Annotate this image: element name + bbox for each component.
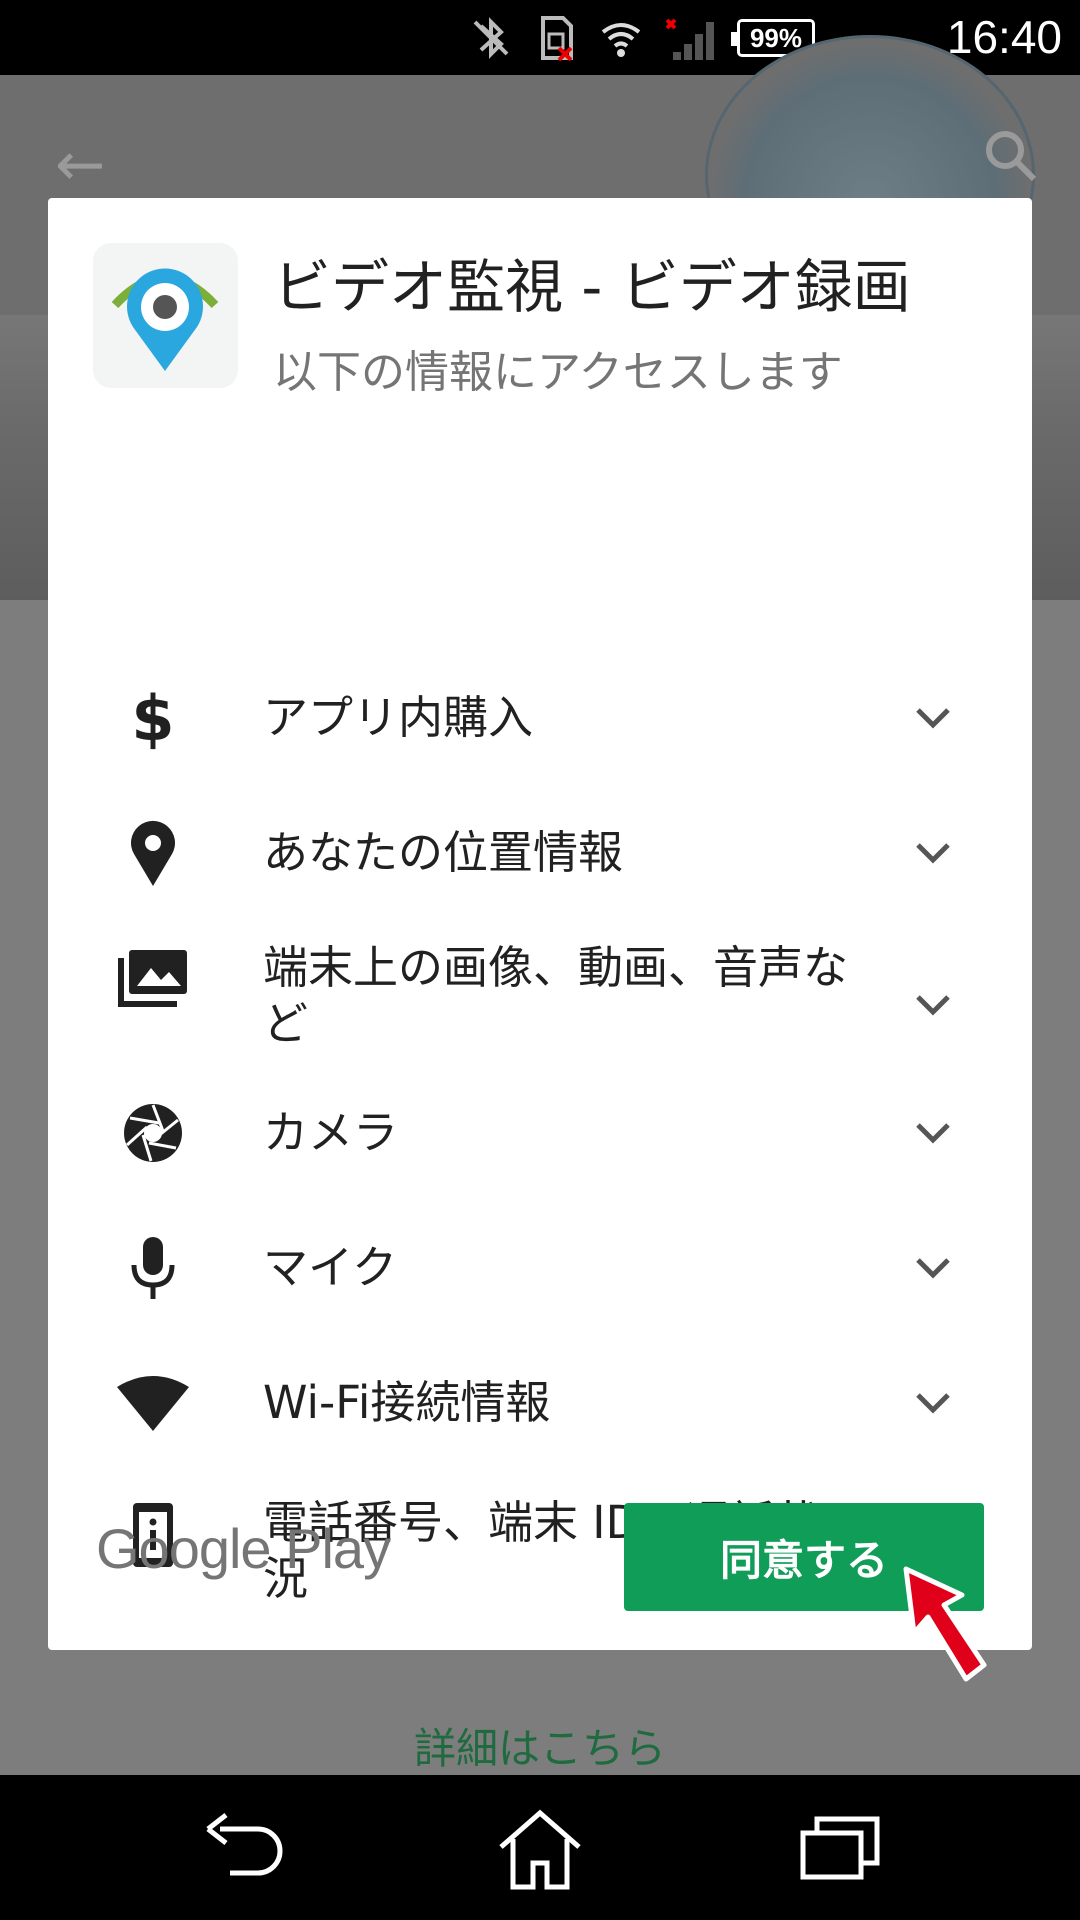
pointer-arrow-icon (903, 1566, 987, 1682)
wifi-icon (601, 23, 641, 57)
status-icons: 99% (467, 14, 815, 62)
permission-item-media[interactable]: 端末上の画像、動画、音声など (48, 938, 1032, 1068)
chevron-down-icon[interactable] (908, 1108, 958, 1158)
home-icon[interactable] (495, 1805, 585, 1895)
details-link[interactable]: 詳細はこちら (0, 1715, 1080, 1776)
photo-library-icon (113, 938, 193, 1018)
location-pin-icon (113, 813, 193, 893)
microphone-icon (113, 1228, 193, 1308)
back-icon[interactable] (200, 1805, 290, 1895)
permission-item-wifi[interactable]: Wi-Fi接続情報 (48, 1358, 1032, 1448)
permission-item-location[interactable]: あなたの位置情報 (48, 808, 1032, 898)
permission-item-in-app-purchase[interactable]: $ アプリ内購入 (48, 673, 1032, 763)
permission-label: カメラ (263, 1106, 399, 1159)
recent-apps-icon[interactable] (795, 1805, 885, 1895)
permission-label: アプリ内購入 (263, 691, 534, 744)
permission-item-camera[interactable]: カメラ (48, 1088, 1032, 1178)
signal-icon (665, 18, 714, 60)
navigation-bar (0, 1775, 1080, 1920)
sim-missing-icon (541, 16, 573, 62)
chevron-down-icon[interactable] (908, 980, 958, 1030)
wifi-icon (113, 1363, 193, 1443)
back-arrow-icon[interactable]: ← (55, 130, 105, 200)
dialog-subtitle: 以下の情報にアクセスします (273, 347, 843, 398)
permissions-dialog: ビデオ監視 - ビデオ録画 以下の情報にアクセスします $ アプリ内購入 あなた… (48, 198, 1032, 1650)
google-play-logo: Google Play (96, 1517, 391, 1580)
chevron-down-icon[interactable] (908, 828, 958, 878)
permission-label: あなたの位置情報 (263, 826, 624, 879)
chevron-down-icon[interactable] (908, 1378, 958, 1428)
camera-shutter-icon (113, 1093, 193, 1173)
search-icon[interactable] (980, 125, 1040, 185)
chevron-down-icon[interactable] (908, 693, 958, 743)
clock: 16:40 (946, 11, 1062, 63)
bluetooth-off-icon (473, 17, 509, 59)
permission-label: 端末上の画像、動画、音声など (263, 941, 849, 1050)
app-icon (93, 243, 238, 388)
permission-label: Wi-Fi接続情報 (263, 1376, 551, 1429)
app-title: ビデオ監視 - ビデオ録画 (273, 253, 911, 321)
permission-label: マイク (263, 1241, 398, 1294)
surveillance-pin-icon (111, 268, 219, 371)
dollar-icon: $ (131, 681, 175, 755)
chevron-down-icon[interactable] (908, 1243, 958, 1293)
permission-item-microphone[interactable]: マイク (48, 1223, 1032, 1313)
